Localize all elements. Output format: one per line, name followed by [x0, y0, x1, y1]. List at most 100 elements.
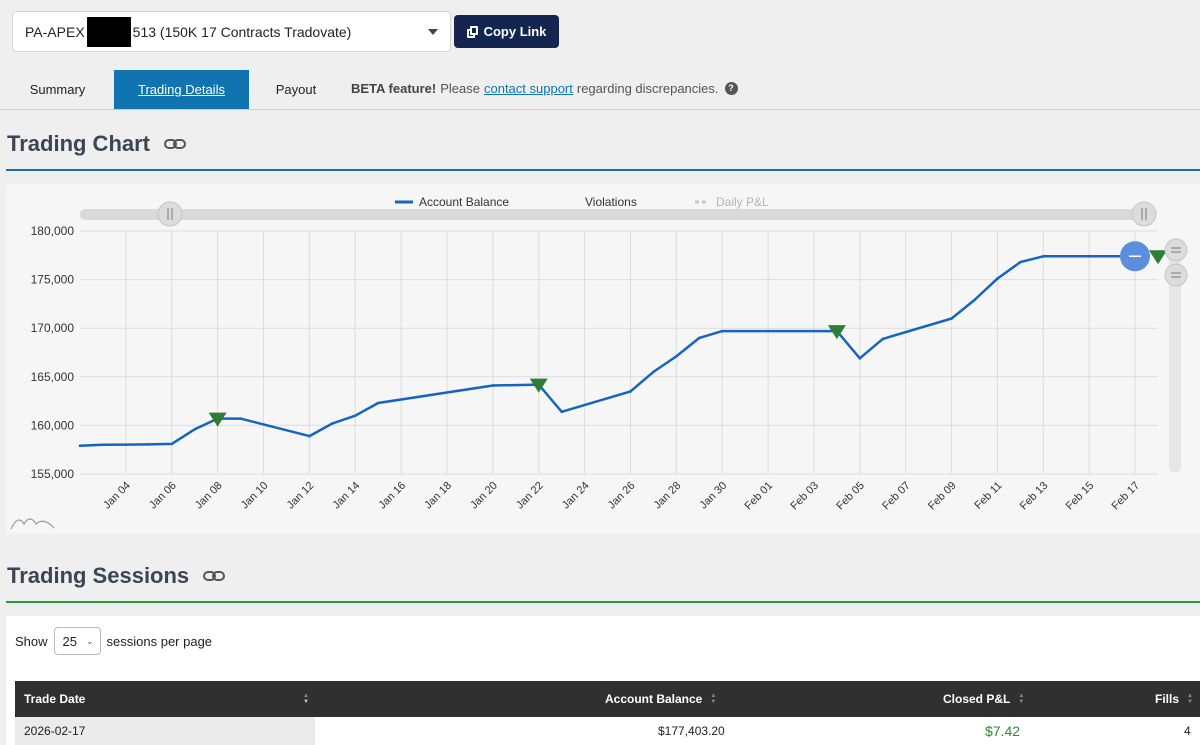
- tab-bar: Summary Trading Details Payout BETA feat…: [0, 70, 1200, 110]
- section-divider: [6, 601, 1200, 603]
- y-tick-label: 155,000: [31, 467, 75, 481]
- account-balance-point: [950, 317, 953, 320]
- copy-icon: [466, 25, 478, 38]
- y-tick-label: 175,000: [31, 273, 75, 287]
- x-tick-label: Jan 10: [239, 480, 271, 512]
- account-balance-point: [858, 357, 862, 360]
- legend-label-balance: Account Balance: [419, 195, 509, 209]
- column-header-account-balance[interactable]: Account Balance ▲ ▼: [605, 681, 716, 717]
- y-tick-label: 160,000: [31, 418, 75, 432]
- account-balance-point: [629, 390, 632, 393]
- sort-icon: ▲ ▼: [1018, 693, 1025, 705]
- range-slider-handle: [1131, 201, 1157, 227]
- y-tick-label: 165,000: [31, 370, 75, 384]
- account-balance-point: [78, 444, 82, 448]
- x-tick-label: Jan 24: [560, 480, 592, 512]
- x-tick-label: Feb 13: [1018, 480, 1051, 513]
- x-tick-label: Jan 14: [331, 480, 363, 512]
- account-balance-point: [720, 329, 724, 333]
- link-icon[interactable]: [203, 569, 226, 583]
- help-icon[interactable]: ?: [724, 81, 738, 95]
- x-tick-label: Jan 20: [468, 480, 500, 512]
- x-tick-label: Feb 05: [834, 480, 867, 513]
- account-balance-point: [147, 443, 151, 446]
- copy-link-button[interactable]: Copy Link: [454, 15, 559, 48]
- account-balance-point: [996, 277, 999, 280]
- account-balance-point: [491, 384, 495, 387]
- chart-logo-icon: [10, 518, 55, 530]
- trading-chart[interactable]: 180,000 175,000 170,000 165,000 160,000 155,0…: [6, 184, 1200, 534]
- account-balance-point: [697, 336, 701, 340]
- table-row[interactable]: 2026-02-17 $177,403.20 $7.42 4: [15, 717, 1200, 745]
- x-tick-label: Jan 22: [514, 480, 546, 512]
- account-select[interactable]: PA-APEX 513 (150K 17 Contracts Tradovate…: [12, 11, 451, 52]
- trading-chart-panel: 180,000 175,000 170,000 165,000 160,000 155,0…: [6, 184, 1200, 534]
- trading-sessions-panel: Show 25 ⌄ sessions per page Trade Date ▲…: [6, 616, 1200, 745]
- redaction-block: [86, 16, 131, 47]
- column-label: Fills: [1155, 692, 1180, 706]
- chevron-down-icon: ⌄: [85, 636, 94, 646]
- y-zoom-handle: [1164, 263, 1188, 287]
- account-balance-point: [239, 417, 242, 420]
- x-tick-label: Jan 30: [697, 480, 729, 512]
- chevron-down-icon: [428, 29, 438, 35]
- legend-label-violations: Violations: [585, 195, 637, 209]
- sort-icon: ▲ ▼: [303, 693, 309, 705]
- account-balance-point: [652, 370, 655, 374]
- x-tick-label: Feb 07: [880, 480, 913, 513]
- column-label: Trade Date: [24, 692, 86, 706]
- x-tick-label: Jan 16: [376, 480, 408, 512]
- show-label: Show: [15, 633, 48, 649]
- y-tick-label: 170,000: [31, 321, 75, 335]
- column-header-trade-date[interactable]: Trade Date ▲ ▼: [24, 681, 309, 717]
- x-tick-label: Feb 15: [1064, 480, 1097, 513]
- trade-date-cell: 2026-02-17: [15, 717, 315, 745]
- account-balance-point: [675, 355, 678, 358]
- column-header-closed-pnl[interactable]: Closed P&L ▲ ▼: [943, 681, 1024, 717]
- trading-chart-heading: Trading Chart: [7, 131, 187, 157]
- x-tick-label: Jan 28: [652, 480, 684, 512]
- per-page-suffix: sessions per page: [106, 633, 213, 649]
- account-balance-cell: $177,403.20: [658, 724, 725, 738]
- account-balance-point: [308, 434, 311, 438]
- trading-sessions-title: Trading Sessions: [7, 563, 190, 588]
- range-slider-track: [80, 209, 1144, 220]
- x-tick-label: Feb 11: [972, 480, 1004, 512]
- account-balance-point: [881, 337, 885, 341]
- plot-area: [80, 231, 1158, 474]
- fills-cell: 4: [1184, 724, 1191, 738]
- sort-icon: ▲ ▼: [1187, 693, 1193, 705]
- section-divider: [6, 169, 1200, 171]
- x-tick-label: Jan 06: [147, 480, 179, 512]
- trading-sessions-heading: Trading Sessions: [7, 563, 226, 589]
- x-tick-label: Jan 18: [422, 480, 454, 512]
- contact-support-link[interactable]: contact support: [484, 81, 573, 96]
- tab-payout[interactable]: Payout: [252, 70, 340, 109]
- sort-icon: ▲ ▼: [710, 693, 717, 705]
- range-slider-handle: [157, 201, 183, 227]
- per-page-value: 25: [62, 633, 77, 649]
- x-tick-label: Feb 09: [926, 480, 959, 513]
- beta-notice: BETA feature! Please contact support reg…: [351, 70, 738, 106]
- beta-bold: BETA feature!: [351, 80, 437, 96]
- account-balance-point: [170, 442, 174, 446]
- account-balance-point: [376, 401, 380, 405]
- x-tick-label: Feb 17: [1109, 480, 1142, 513]
- account-balance-point: [1042, 254, 1045, 258]
- account-balance-point: [330, 422, 334, 425]
- link-icon[interactable]: [164, 137, 187, 151]
- legend-label-pnl: Daily P&L: [716, 195, 769, 209]
- account-suffix: 513 (150K 17 Contracts Tradovate): [132, 23, 352, 40]
- tab-trading-details[interactable]: Trading Details: [114, 70, 249, 109]
- per-page-select[interactable]: 25 ⌄: [53, 627, 101, 655]
- column-header-fills[interactable]: Fills ▲ ▼: [1155, 681, 1193, 717]
- page-size-control: Show 25 ⌄ sessions per page: [15, 627, 212, 655]
- column-label: Closed P&L: [943, 692, 1011, 706]
- account-prefix: PA-APEX: [25, 23, 85, 40]
- x-tick-label: Jan 04: [101, 480, 133, 512]
- tab-summary[interactable]: Summary: [10, 70, 105, 109]
- beta-pre: Please: [440, 80, 480, 96]
- account-balance-point: [193, 427, 196, 431]
- account-balance-point: [560, 410, 563, 414]
- account-balance-point: [353, 414, 357, 417]
